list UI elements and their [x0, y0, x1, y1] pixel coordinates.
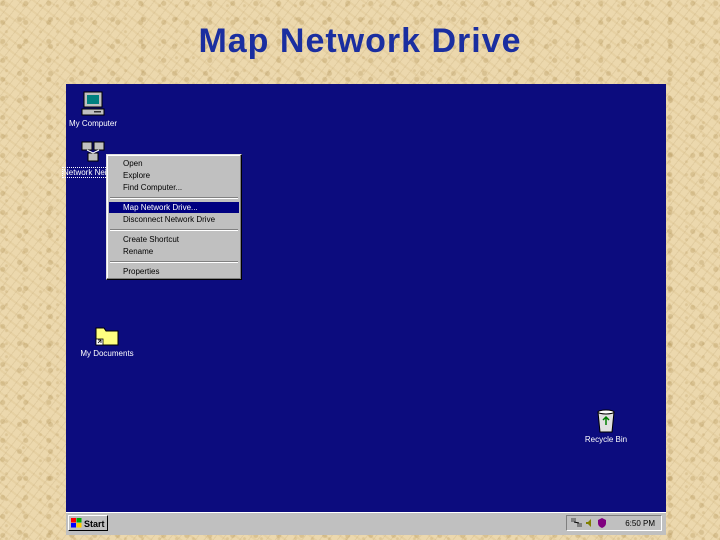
system-tray: 6:50 PM	[566, 515, 662, 531]
start-label: Start	[84, 519, 105, 529]
desktop-icon-my-computer[interactable]: My Computer	[58, 90, 128, 128]
windows-logo-icon	[71, 518, 82, 528]
menu-separator	[110, 197, 238, 199]
clock[interactable]: 6:50 PM	[625, 519, 655, 528]
menu-item-find-computer[interactable]: Find Computer...	[109, 182, 239, 193]
desktop-icon-my-documents[interactable]: My Documents	[72, 322, 142, 358]
desktop-icon-label: Recycle Bin	[584, 435, 628, 444]
menu-item-open[interactable]: Open	[109, 158, 239, 169]
antivirus-icon[interactable]	[597, 518, 607, 528]
menu-item-map-network-drive[interactable]: Map Network Drive...	[109, 202, 239, 213]
folder-icon	[95, 327, 119, 346]
menu-item-disconnect-network-drive[interactable]: Disconnect Network Drive	[109, 214, 239, 225]
desktop-icon-recycle-bin[interactable]: Recycle Bin	[571, 406, 641, 444]
desktop-icon-label: My Computer	[68, 119, 117, 128]
menu-separator	[110, 261, 238, 263]
menu-item-properties[interactable]: Properties	[109, 266, 239, 277]
network-tray-icon[interactable]	[571, 518, 583, 528]
start-button[interactable]: Start	[68, 515, 108, 531]
network-icon	[81, 141, 105, 162]
desktop-screen: My Computer Network Neighborhood My Docu…	[62, 84, 666, 535]
slide-title: Map Network Drive	[198, 22, 522, 60]
computer-icon	[81, 91, 105, 116]
volume-icon[interactable]	[585, 518, 595, 528]
desktop-icon-label: Network Neighborhood	[62, 167, 110, 178]
recycle-bin-icon	[597, 409, 615, 433]
context-menu: Open Explore Find Computer... Map Networ…	[106, 154, 242, 280]
desktop-icon-label: My Documents	[80, 349, 134, 358]
menu-item-explore[interactable]: Explore	[109, 170, 239, 181]
taskbar: Start 6:50 PM	[66, 512, 666, 535]
menu-item-rename[interactable]: Rename	[109, 246, 239, 257]
menu-separator	[110, 229, 238, 231]
menu-item-create-shortcut[interactable]: Create Shortcut	[109, 234, 239, 245]
